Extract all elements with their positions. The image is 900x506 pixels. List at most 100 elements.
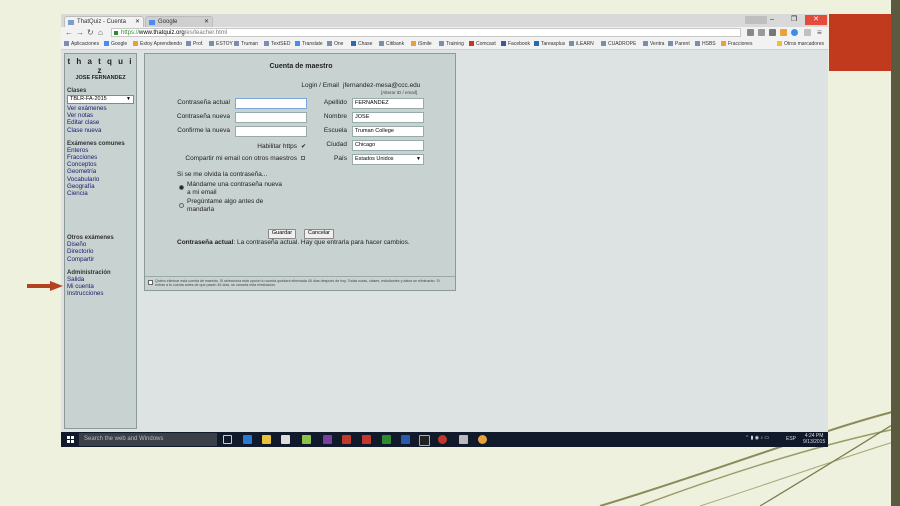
confirm-password-field[interactable] xyxy=(235,126,307,137)
bookmark-item[interactable]: Prof. xyxy=(186,39,204,49)
address-toolbar: ← → ↻ ⌂ https://www.thatquiz.org/es/teac… xyxy=(61,27,828,39)
bookmark-item[interactable]: iSmile xyxy=(411,39,432,49)
sidebar-item-ver-notas[interactable]: Ver notas xyxy=(67,112,136,119)
menu-icon[interactable]: ≡ xyxy=(817,28,822,38)
extension-icon[interactable] xyxy=(780,29,787,36)
alter-id-link[interactable]: [Alterar ID / email] xyxy=(381,90,417,95)
new-password-field[interactable] xyxy=(235,112,307,123)
bookmark-item[interactable]: Chase xyxy=(351,39,372,49)
minimize-icon[interactable]: – xyxy=(761,15,783,25)
task-view-icon[interactable] xyxy=(223,435,232,444)
edge-icon[interactable] xyxy=(243,435,252,444)
bookmark-item[interactable]: CUADROPE xyxy=(601,39,636,49)
option-ask-question-radio[interactable] xyxy=(179,203,184,208)
sidebar-item-mi-cuenta[interactable]: Mi cuenta xyxy=(67,283,136,290)
forward-icon[interactable]: → xyxy=(76,28,84,38)
sidebar-item-salida[interactable]: Salida xyxy=(67,276,136,283)
tab-google[interactable]: Google ✕ xyxy=(145,16,213,27)
option-send-new-password-radio[interactable] xyxy=(179,185,184,190)
store-icon[interactable] xyxy=(281,435,290,444)
chrome-icon[interactable] xyxy=(478,435,487,444)
bookmark-item[interactable]: Facebook xyxy=(501,39,530,49)
sidebar-item-directorio[interactable]: Directorio xyxy=(67,248,136,255)
onenote-icon[interactable] xyxy=(323,435,332,444)
sidebar-item-editar-clase[interactable]: Editar clase xyxy=(67,119,136,126)
windows-start-icon[interactable] xyxy=(67,436,74,443)
acrobat-icon[interactable] xyxy=(342,435,351,444)
sidebar-item-clase-nueva[interactable]: Clase nueva xyxy=(67,127,136,134)
bookmark-item[interactable]: Tareasplus xyxy=(534,39,565,49)
excel-icon[interactable] xyxy=(382,435,391,444)
bookmark-item[interactable]: One xyxy=(327,39,343,49)
cancel-button[interactable]: Cancelar xyxy=(304,229,334,239)
extension-icon[interactable] xyxy=(758,29,765,36)
bookmark-item[interactable]: Citibank xyxy=(379,39,404,49)
bookmark-item[interactable]: TextSED xyxy=(264,39,290,49)
sidebar-item-ver-examenes[interactable]: Ver exámenes xyxy=(67,105,136,112)
bookmark-item[interactable]: Training xyxy=(439,39,464,49)
current-password-field[interactable] xyxy=(235,98,307,109)
pais-select[interactable]: Estados Unidos ▼ xyxy=(352,154,424,165)
login-value: jfernandez-mesa@ccc.edu xyxy=(343,82,421,89)
sidebar-item-geografia[interactable]: Geografía xyxy=(67,183,136,190)
sidebar-item-conceptos[interactable]: Conceptos xyxy=(67,161,136,168)
bookmark-item[interactable]: Translate xyxy=(295,39,323,49)
sidebar-item-enteros[interactable]: Enteros xyxy=(67,147,136,154)
bookmark-item[interactable]: HSBS xyxy=(695,39,716,49)
sidebar-item-fracciones[interactable]: Fracciones xyxy=(67,154,136,161)
skype-icon[interactable] xyxy=(791,29,798,36)
delete-account-checkbox[interactable] xyxy=(148,280,153,285)
sidebar-item-instrucciones[interactable]: Instrucciones xyxy=(67,290,136,297)
chrome-icon[interactable] xyxy=(438,435,447,444)
bookmark-item[interactable]: ESTOY xyxy=(209,39,233,49)
bookmark-item[interactable]: iLEARN xyxy=(569,39,594,49)
reload-icon[interactable]: ↻ xyxy=(87,28,94,38)
forgot-password-title: Si se me olvida la contraseña... xyxy=(177,171,268,178)
sidebar-item-diseno[interactable]: Diseño xyxy=(67,241,136,248)
class-select[interactable]: TBLR-FA-2015 ▼ xyxy=(67,95,134,104)
escuela-field[interactable]: Truman College xyxy=(352,126,424,137)
ciudad-label: Ciudad xyxy=(326,141,347,148)
tab-thatquiz[interactable]: ThatQuiz - Cuenta ✕ xyxy=(64,16,144,27)
url-domain: www.thatquiz.org xyxy=(139,30,185,36)
sidebar-item-compartir[interactable]: Compartir xyxy=(67,256,136,263)
nombre-field[interactable]: JOSE xyxy=(352,112,424,123)
acrobat-icon[interactable] xyxy=(362,435,371,444)
bookmark-folder[interactable]: Otros marcadores xyxy=(777,39,824,49)
word-icon[interactable] xyxy=(401,435,410,444)
save-button[interactable]: Guardar xyxy=(268,229,296,239)
extension-icon[interactable] xyxy=(804,29,811,36)
maximize-icon[interactable]: ❐ xyxy=(783,15,805,25)
sidebar-item-geometria[interactable]: Geometría xyxy=(67,168,136,175)
login-label: Login / Email xyxy=(301,82,339,89)
system-tray-icons[interactable]: ⌃ ▮ ◉ ♪ ▭ xyxy=(745,435,769,442)
extension-icon[interactable] xyxy=(769,29,776,36)
pdf-icon[interactable] xyxy=(419,435,430,446)
calculator-icon[interactable] xyxy=(459,435,468,444)
thatquiz-logo: t h a t q u i z xyxy=(67,57,134,75)
extension-icon[interactable] xyxy=(747,29,754,36)
bookmark-item[interactable]: Comcast xyxy=(469,39,496,49)
apellido-field[interactable]: FERNANDEZ xyxy=(352,98,424,109)
ciudad-field[interactable]: Chicago xyxy=(352,140,424,151)
back-icon[interactable]: ← xyxy=(65,28,73,38)
chevron-down-icon: ▼ xyxy=(416,156,421,162)
close-window-icon[interactable]: ✕ xyxy=(805,15,827,25)
sidebar-item-ciencia[interactable]: Ciencia xyxy=(67,190,136,197)
bookmark-item[interactable]: Truman xyxy=(234,39,258,49)
bookmark-item[interactable]: Aplicaciones xyxy=(64,39,99,49)
language-indicator[interactable]: ESP xyxy=(786,436,796,443)
app-icon[interactable] xyxy=(302,435,311,444)
sidebar-item-vocabulario[interactable]: Vocabulario xyxy=(67,176,136,183)
home-icon[interactable]: ⌂ xyxy=(98,28,103,38)
bookmark-item[interactable]: Fracciones xyxy=(721,39,752,49)
file-explorer-icon[interactable] xyxy=(262,435,271,444)
taskbar-clock[interactable]: 4:24 PM 9/13/2015 xyxy=(803,433,825,445)
bookmark-item[interactable]: Estoy Aprendiendo xyxy=(133,39,182,49)
bookmark-item[interactable]: Ventra xyxy=(643,39,664,49)
bookmark-item[interactable]: Google xyxy=(104,39,127,49)
url-input[interactable]: https://www.thatquiz.org/es/teacher.html xyxy=(111,28,741,37)
taskbar-search-input[interactable]: Search the web and Windows xyxy=(79,433,217,446)
bookmark-item[interactable]: Parent xyxy=(668,39,690,49)
tab-label: Google xyxy=(158,19,178,25)
